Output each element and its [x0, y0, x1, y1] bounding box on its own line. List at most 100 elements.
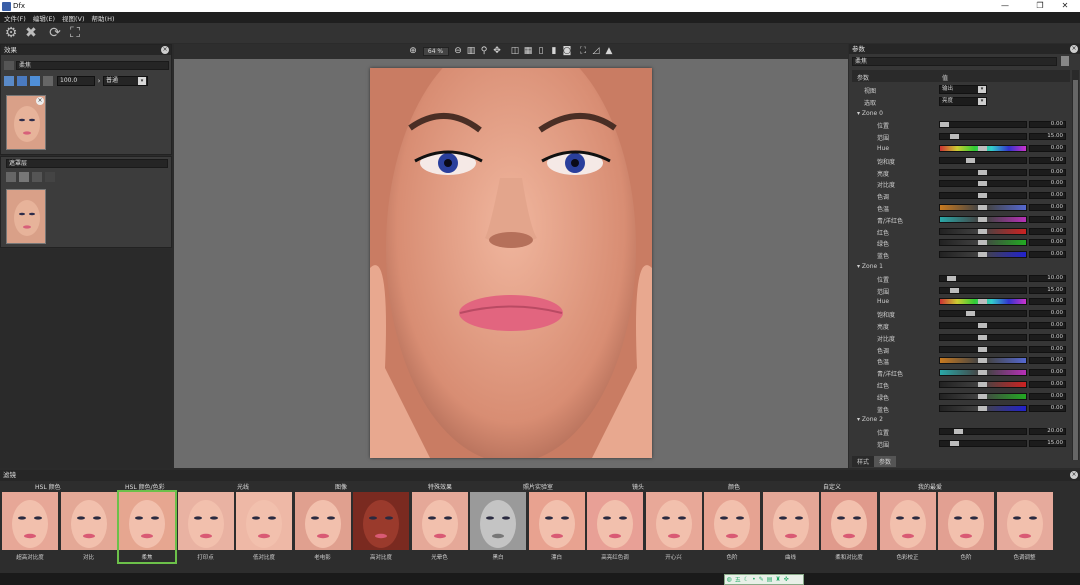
param-slider[interactable] — [939, 404, 1027, 412]
slider-knob[interactable] — [947, 275, 956, 281]
camera-icon[interactable]: ◙ — [562, 46, 573, 57]
preset-category[interactable]: 颜色 — [728, 482, 740, 491]
mask-link-icon[interactable] — [45, 172, 55, 182]
slider-knob[interactable] — [978, 334, 987, 340]
close-presets-icon[interactable]: × — [1070, 471, 1078, 479]
param-value[interactable]: 15.00 — [1029, 286, 1066, 294]
param-slider[interactable] — [939, 145, 1027, 152]
single-view-icon[interactable]: ▯ — [536, 46, 547, 57]
param-value[interactable]: 0.00 — [1029, 322, 1066, 329]
param-slider[interactable] — [939, 121, 1027, 129]
columns-icon[interactable]: ▥ — [466, 46, 477, 57]
remove-effect-icon[interactable]: × — [36, 97, 44, 105]
slider-knob[interactable] — [966, 157, 975, 163]
menu-help[interactable]: 帮助(H) — [92, 13, 115, 23]
param-value[interactable]: 15.00 — [1029, 440, 1066, 447]
slider-knob[interactable] — [978, 181, 987, 187]
compare-icon[interactable]: ▮ — [549, 46, 560, 57]
param-slider[interactable] — [939, 286, 1027, 294]
split-view-icon[interactable]: ◫ — [510, 46, 521, 57]
minimize-icon[interactable]: — — [990, 0, 1020, 12]
param-slider[interactable] — [939, 180, 1027, 188]
preset-category[interactable]: 自定义 — [823, 482, 841, 491]
zone-header[interactable]: ▾ Zone 2 — [849, 414, 1071, 426]
close-icon[interactable]: ✖ — [22, 24, 40, 42]
slider-knob[interactable] — [978, 252, 987, 258]
preset-category[interactable]: 特殊效果 — [428, 482, 452, 491]
magnifier-icon[interactable]: ⚲ — [479, 46, 490, 57]
param-value[interactable]: 0.00 — [1029, 156, 1066, 164]
menu-file[interactable]: 文件(F) — [4, 13, 26, 23]
slider-knob[interactable] — [950, 441, 959, 446]
param-value[interactable]: 0.00 — [1029, 333, 1066, 341]
slider-knob[interactable] — [978, 405, 987, 411]
param-value[interactable]: 0.00 — [1029, 298, 1066, 306]
param-value[interactable]: 0.00 — [1029, 404, 1066, 412]
mask-lightning-icon[interactable] — [32, 172, 42, 182]
slider-knob[interactable] — [978, 346, 987, 352]
ime-tray[interactable]: ◍ 五 ☾ • ✎ ▤ ♜ ✜ — [724, 574, 804, 585]
slider-knob[interactable] — [950, 287, 959, 293]
param-slider[interactable] — [939, 392, 1027, 400]
preset-thumbnail[interactable]: 光晕色 — [411, 492, 468, 562]
param-value[interactable]: 0.00 — [1029, 204, 1066, 211]
param-dropdown[interactable]: 亮度 ▾ — [939, 96, 987, 106]
param-value[interactable]: 0.00 — [1029, 251, 1066, 259]
preset-category[interactable]: HSL 颜色/色彩 — [125, 482, 165, 491]
param-value[interactable]: 0.00 — [1029, 357, 1066, 365]
tab-params[interactable]: 参数 — [874, 456, 897, 467]
slider-knob[interactable] — [978, 370, 987, 376]
preset-name-field[interactable]: 柔焦 — [852, 57, 1057, 66]
param-value[interactable]: 10.00 — [1029, 274, 1066, 282]
param-value[interactable]: 0.00 — [1029, 239, 1066, 247]
preset-category[interactable]: 图像 — [335, 482, 347, 491]
move-icon[interactable]: ✥ — [492, 46, 503, 57]
monitor-icon[interactable] — [17, 76, 27, 86]
preset-thumbnail[interactable]: 高对比度 — [353, 492, 409, 562]
param-slider[interactable] — [939, 357, 1027, 365]
preset-thumbnail[interactable]: 高亮红色调 — [587, 492, 643, 562]
param-value[interactable]: 0.00 — [1029, 345, 1066, 353]
mountain-icon[interactable]: ▲ — [604, 46, 615, 57]
preset-category[interactable]: HSL 颜色 — [35, 482, 61, 491]
preset-thumbnail[interactable]: 打印点 — [177, 492, 234, 562]
slider-knob[interactable] — [954, 429, 963, 435]
zone-header[interactable]: ▾ Zone 0 — [849, 108, 1071, 120]
save-icon[interactable] — [1061, 56, 1069, 66]
param-slider[interactable] — [939, 251, 1027, 259]
tab-mask[interactable]: 样式 — [852, 456, 875, 467]
zoom-level-field[interactable]: 64 % — [422, 47, 449, 56]
param-slider[interactable] — [939, 440, 1027, 447]
crop-icon[interactable]: ⛶ — [578, 46, 589, 57]
preset-thumbnail[interactable]: 漂白 — [528, 492, 585, 562]
param-value[interactable]: 0.00 — [1029, 145, 1066, 152]
preset-thumbnail[interactable]: 曲线 — [762, 492, 819, 562]
param-value[interactable]: 0.00 — [1029, 392, 1066, 400]
close-window-icon[interactable]: ✕ — [1050, 0, 1080, 12]
param-value[interactable]: 0.00 — [1029, 215, 1066, 223]
preset-thumbnail[interactable]: 柔焦 — [117, 490, 177, 564]
param-value[interactable]: 0.00 — [1029, 121, 1066, 129]
param-slider[interactable] — [939, 310, 1027, 318]
mask-brush-icon[interactable] — [6, 172, 16, 182]
param-slider[interactable] — [939, 239, 1027, 247]
slider-knob[interactable] — [940, 122, 949, 128]
param-slider[interactable] — [939, 133, 1027, 141]
param-slider[interactable] — [939, 168, 1027, 176]
slider-knob[interactable] — [978, 299, 987, 305]
param-slider[interactable] — [939, 369, 1027, 377]
chevron-right-icon[interactable]: › — [95, 76, 103, 86]
slider-knob[interactable] — [978, 146, 987, 151]
histogram-icon[interactable]: ◿ — [591, 46, 602, 57]
param-slider[interactable] — [939, 274, 1027, 282]
slider-knob[interactable] — [978, 216, 987, 222]
effect-layer-thumbnail[interactable]: × — [6, 95, 46, 150]
lightning-icon[interactable] — [30, 76, 40, 86]
slider-knob[interactable] — [978, 323, 987, 328]
menu-edit[interactable]: 编辑(E) — [33, 13, 55, 23]
preset-category[interactable]: 照片实验室 — [523, 482, 553, 491]
param-slider[interactable] — [939, 156, 1027, 164]
slider-knob[interactable] — [966, 311, 975, 317]
close-panel-icon[interactable]: × — [161, 46, 169, 54]
fit-icon[interactable]: ⛶ — [66, 24, 84, 42]
